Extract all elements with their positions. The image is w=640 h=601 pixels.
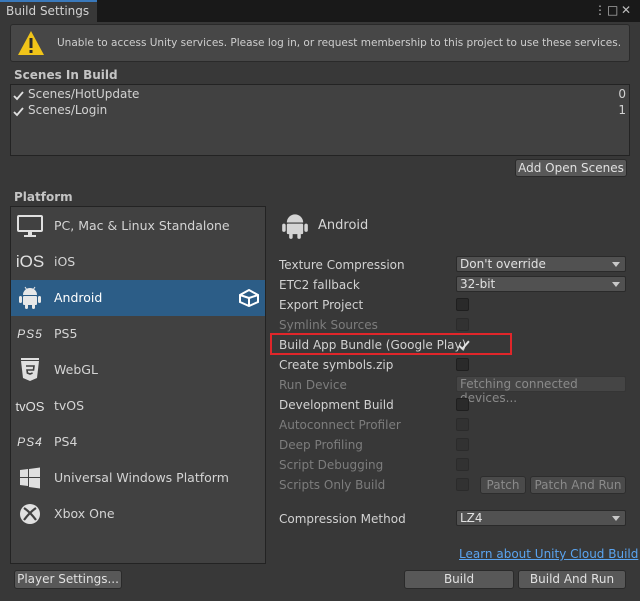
platform-item-ps4[interactable]: PS4 PS4 bbox=[11, 424, 265, 460]
chevron-down-icon bbox=[612, 516, 620, 521]
platform-label: PS4 bbox=[54, 434, 78, 449]
scene-row-hotupdate[interactable]: Scenes/HotUpdate 0 bbox=[11, 87, 629, 103]
platform-label: WebGL bbox=[54, 362, 98, 377]
create-symbols-label: Create symbols.zip bbox=[279, 358, 394, 372]
android-icon bbox=[16, 285, 44, 311]
close-icon[interactable]: ✕ bbox=[621, 3, 631, 17]
platform-label: iOS bbox=[54, 254, 76, 269]
build-button[interactable]: Build bbox=[404, 570, 514, 589]
dropdown-value: Fetching connected devices... bbox=[460, 377, 578, 405]
platform-item-ps5[interactable]: PS5 PS5 bbox=[11, 316, 265, 352]
tvos-icon: tvOS bbox=[15, 398, 45, 414]
etc2-fallback-dropdown[interactable]: 32-bit bbox=[456, 276, 626, 292]
unity-logo-icon bbox=[239, 289, 259, 307]
scripts-only-build-checkbox bbox=[456, 478, 469, 491]
texture-compression-label: Texture Compression bbox=[279, 258, 405, 272]
warning-message: Unable to access Unity services. Please … bbox=[57, 37, 622, 49]
export-project-checkbox[interactable] bbox=[456, 298, 469, 311]
tab-build-settings[interactable]: Build Settings bbox=[0, 0, 97, 22]
platform-list: PC, Mac & Linux Standalone iOS iOS Andro… bbox=[10, 206, 266, 564]
scene-name: Scenes/Login bbox=[28, 103, 108, 117]
platform-item-android[interactable]: Android bbox=[11, 280, 265, 316]
compression-method-label: Compression Method bbox=[279, 512, 406, 526]
script-debugging-label: Script Debugging bbox=[279, 458, 384, 472]
platform-label: PS5 bbox=[54, 326, 78, 341]
dropdown-value: 32-bit bbox=[460, 277, 496, 291]
scene-index: 0 bbox=[618, 87, 626, 101]
platform-label: Universal Windows Platform bbox=[54, 470, 229, 485]
etc2-fallback-label: ETC2 fallback bbox=[279, 278, 360, 292]
player-settings-button[interactable]: Player Settings... bbox=[14, 570, 122, 589]
compression-method-dropdown[interactable]: LZ4 bbox=[456, 510, 626, 526]
platform-item-ios[interactable]: iOS iOS bbox=[11, 244, 265, 280]
run-device-dropdown: Fetching connected devices... bbox=[456, 376, 626, 405]
development-build-label: Development Build bbox=[279, 398, 394, 412]
windows-icon bbox=[16, 465, 44, 491]
dropdown-value: Don't override bbox=[460, 257, 546, 271]
window-tab-bar: Build Settings ⋮ □ ✕ bbox=[0, 0, 640, 22]
deep-profiling-label: Deep Profiling bbox=[279, 438, 363, 452]
patch-and-run-button: Patch And Run bbox=[530, 476, 626, 494]
scripts-only-build-label: Scripts Only Build bbox=[279, 478, 386, 492]
ios-icon: iOS bbox=[15, 252, 45, 271]
build-app-bundle-checkbox[interactable] bbox=[458, 339, 470, 351]
menu-icon[interactable]: ⋮ bbox=[594, 3, 606, 17]
platform-item-xbox[interactable]: Xbox One bbox=[11, 496, 265, 532]
autoconnect-profiler-checkbox bbox=[456, 418, 469, 431]
build-app-bundle-label: Build App Bundle (Google Play) bbox=[279, 338, 467, 352]
build-and-run-button[interactable]: Build And Run bbox=[518, 570, 626, 589]
platform-header: Platform bbox=[14, 190, 73, 204]
scenes-in-build-header: Scenes In Build bbox=[14, 68, 118, 82]
platform-item-webgl[interactable]: WebGL bbox=[11, 352, 265, 388]
deep-profiling-checkbox bbox=[456, 438, 469, 451]
platform-label: PC, Mac & Linux Standalone bbox=[54, 218, 230, 233]
platform-label: Android bbox=[54, 290, 103, 305]
script-debugging-checkbox bbox=[456, 458, 469, 471]
platform-item-tvos[interactable]: tvOS tvOS bbox=[11, 388, 265, 424]
scene-name: Scenes/HotUpdate bbox=[28, 87, 140, 101]
ps4-icon: PS4 bbox=[17, 435, 43, 449]
platform-label: Xbox One bbox=[54, 506, 115, 521]
checkmark-icon[interactable] bbox=[13, 90, 24, 101]
symlink-sources-checkbox bbox=[456, 318, 469, 331]
dropdown-value: LZ4 bbox=[460, 511, 483, 525]
xbox-icon bbox=[16, 501, 44, 527]
platform-item-uwp[interactable]: Universal Windows Platform bbox=[11, 460, 265, 496]
run-device-label: Run Device bbox=[279, 378, 347, 392]
patch-button: Patch bbox=[480, 476, 526, 494]
platform-label: tvOS bbox=[54, 398, 85, 413]
texture-compression-dropdown[interactable]: Don't override bbox=[456, 256, 626, 272]
chevron-down-icon bbox=[612, 282, 620, 287]
chevron-down-icon bbox=[612, 262, 620, 267]
ps5-icon: PS5 bbox=[17, 327, 43, 341]
android-icon bbox=[282, 214, 308, 239]
services-warning-banner: Unable to access Unity services. Please … bbox=[10, 24, 630, 62]
checkmark-icon[interactable] bbox=[13, 106, 24, 117]
android-settings-panel: Android Texture Compression Don't overri… bbox=[270, 206, 640, 576]
monitor-icon bbox=[16, 213, 44, 239]
scenes-list[interactable]: Scenes/HotUpdate 0 Scenes/Login 1 bbox=[10, 84, 630, 156]
cloud-build-link[interactable]: Learn about Unity Cloud Build bbox=[459, 547, 638, 561]
maximize-icon[interactable]: □ bbox=[607, 3, 618, 17]
symlink-sources-label: Symlink Sources bbox=[279, 318, 378, 332]
platform-title: Android bbox=[318, 218, 369, 233]
scene-index: 1 bbox=[618, 103, 626, 117]
platform-item-standalone[interactable]: PC, Mac & Linux Standalone bbox=[11, 208, 265, 244]
autoconnect-profiler-label: Autoconnect Profiler bbox=[279, 418, 401, 432]
warning-triangle-icon bbox=[18, 31, 44, 55]
html5-icon bbox=[16, 357, 44, 383]
export-project-label: Export Project bbox=[279, 298, 364, 312]
create-symbols-checkbox[interactable] bbox=[456, 358, 469, 371]
add-open-scenes-button[interactable]: Add Open Scenes bbox=[515, 159, 627, 177]
development-build-checkbox[interactable] bbox=[456, 398, 469, 411]
scene-row-login[interactable]: Scenes/Login 1 bbox=[11, 103, 629, 119]
